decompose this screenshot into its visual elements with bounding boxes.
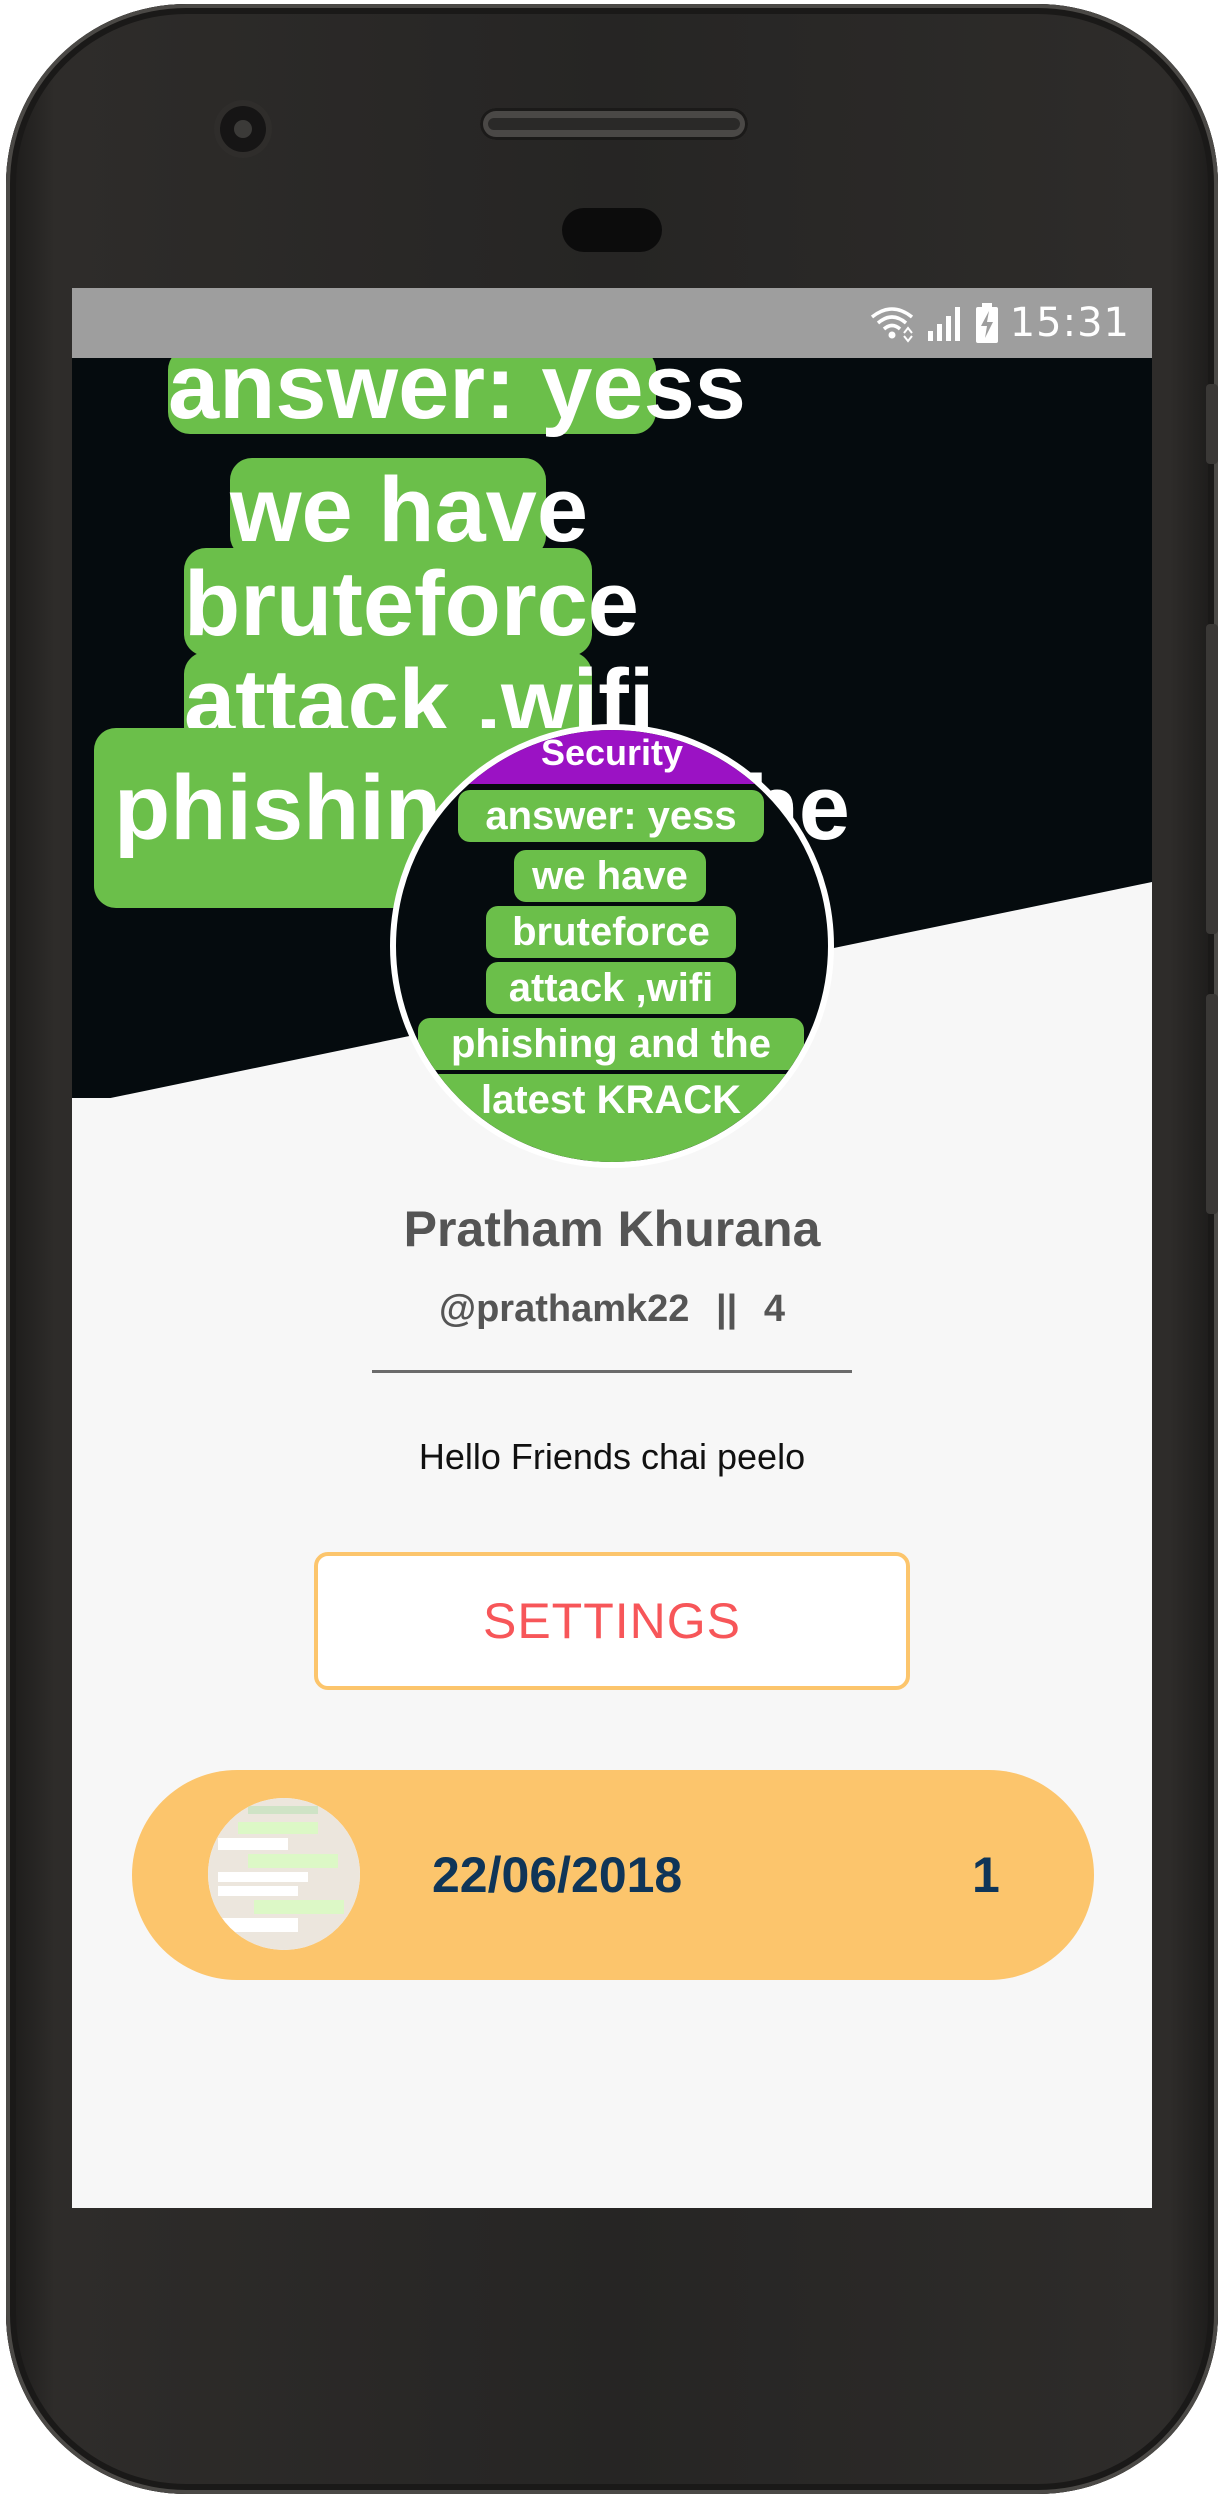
settings-button[interactable]: SETTINGS (314, 1552, 910, 1690)
signal-icon (927, 307, 960, 341)
post-thumbnail-image (208, 1798, 360, 1950)
cover-line: answer: yess (168, 358, 746, 434)
earpiece-speaker (480, 108, 748, 140)
post-count: 1 (972, 1847, 1000, 1903)
avatar-line: bruteforce (486, 906, 736, 958)
power-button (1206, 994, 1218, 1214)
status-time: 15:31 (1009, 300, 1130, 346)
avatar-line: answer: yess (458, 790, 764, 842)
status-icons: 15:31 (868, 300, 1130, 346)
avatar-line: attack ,wifi (486, 962, 736, 1014)
proximity-sensor (562, 208, 662, 252)
profile-avatar[interactable]: Security answer: yess we have bruteforce… (390, 724, 834, 1168)
profile-divider (372, 1370, 852, 1373)
cover-line: bruteforce (184, 548, 639, 656)
profile-bio: Hello Friends chai peelo (418, 1436, 806, 1477)
profile-post-count: 4 (763, 1288, 785, 1330)
phone-frame: 15:31 answer: yess we have bruteforce at… (6, 4, 1218, 2494)
volume-button (1206, 384, 1218, 464)
avatar-line: latest KRACK (418, 1074, 804, 1162)
avatar-line: phishing and the (418, 1018, 804, 1070)
wifi-icon (870, 307, 913, 343)
battery-charging-icon (975, 303, 998, 343)
profile-handle: @prathamk22 (439, 1288, 690, 1330)
cover-line: we have (230, 458, 588, 561)
avatar-banner-text: Security (540, 732, 684, 773)
profile-separator: || (715, 1288, 738, 1330)
volume-rocker (1206, 624, 1218, 934)
profile-handle-row: @prathamk22 || 4 (72, 1288, 1152, 1331)
app-screen: 15:31 answer: yess we have bruteforce at… (72, 288, 1152, 2208)
status-bar: 15:31 (72, 288, 1152, 358)
avatar-line: we have (514, 850, 706, 902)
profile-name: Pratham Khurana (403, 1201, 821, 1257)
front-camera (220, 106, 266, 152)
post-thumbnail[interactable] (208, 1798, 360, 1950)
post-date: 22/06/2018 (432, 1847, 683, 1903)
post-item[interactable]: 22/06/2018 1 (132, 1770, 1094, 1980)
